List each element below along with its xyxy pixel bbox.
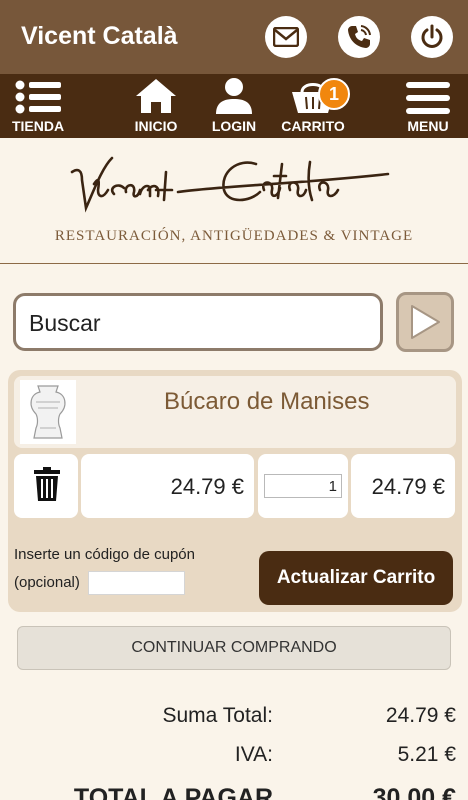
quantity-input[interactable]: 1 xyxy=(264,474,342,498)
continue-shopping-button[interactable]: CONTINUAR COMPRANDO xyxy=(17,626,451,670)
unit-price-cell: 24.79 € xyxy=(81,454,254,518)
subtotal-value: 24.79 € xyxy=(385,704,456,727)
cart-item-header: Búcaro de Manises xyxy=(14,376,456,448)
unit-price: 24.79 € xyxy=(170,474,244,499)
remove-item-button[interactable] xyxy=(14,454,78,518)
total-label: TOTAL A PAGAR xyxy=(73,784,273,800)
update-cart-button[interactable]: Actualizar Carrito xyxy=(259,551,453,605)
coupon-input[interactable] xyxy=(88,571,185,595)
top-bar: Vicent Català xyxy=(0,0,468,74)
coupon-label: Inserte un código de cupón xyxy=(14,546,195,563)
nav-menu-label: MENU xyxy=(407,118,449,134)
logo[interactable]: RESTAURACIÓN, ANTIGÜEDADES & VINTAGE xyxy=(0,138,468,264)
nav-login-label: LOGIN xyxy=(211,118,257,134)
logo-subtitle: RESTAURACIÓN, ANTIGÜEDADES & VINTAGE xyxy=(54,228,414,244)
nav-tienda[interactable]: TIENDA xyxy=(8,74,68,138)
logo-signature xyxy=(70,156,390,213)
search-button[interactable] xyxy=(396,292,454,352)
nav-carrito[interactable]: CARRITO 1 xyxy=(280,74,350,138)
hamburger-icon xyxy=(406,74,450,114)
play-icon xyxy=(411,305,440,339)
list-icon xyxy=(15,74,61,114)
nav-menu[interactable]: MENU xyxy=(404,74,452,138)
line-total-cell: 24.79 € xyxy=(351,454,455,518)
nav-inicio[interactable]: INICIO xyxy=(130,74,182,138)
iva-value: 5.21 € xyxy=(397,743,456,766)
subtotal-label: Suma Total: xyxy=(162,704,273,727)
quantity-cell: 1 xyxy=(258,454,348,518)
total-value: 30.00 € xyxy=(372,784,456,800)
nav-login[interactable]: LOGIN xyxy=(210,74,258,138)
cart-count-badge: 1 xyxy=(318,78,350,110)
user-icon xyxy=(214,74,254,114)
product-thumbnail[interactable] xyxy=(20,380,76,444)
nav-bar: TIENDA INICIO LOGIN CARRITO 1 MENU xyxy=(0,74,468,138)
line-total: 24.79 € xyxy=(371,474,445,499)
nav-carrito-label: CARRITO xyxy=(281,118,345,134)
nav-inicio-label: INICIO xyxy=(134,118,178,134)
search-input[interactable]: Buscar xyxy=(13,293,383,351)
trash-icon xyxy=(34,467,60,501)
mail-icon[interactable] xyxy=(265,16,307,58)
power-icon[interactable] xyxy=(411,16,453,58)
home-icon xyxy=(135,74,177,114)
phone-icon[interactable] xyxy=(338,16,380,58)
cart-panel: Búcaro de Manises 24.79 € 1 24.79 € Inse… xyxy=(8,370,462,612)
product-name[interactable]: Búcaro de Manises xyxy=(164,388,369,416)
iva-label: IVA: xyxy=(234,743,273,766)
nav-tienda-label: TIENDA xyxy=(11,118,65,134)
site-title: Vicent Català xyxy=(21,22,178,50)
coupon-optional-label: (opcional) xyxy=(14,574,80,591)
